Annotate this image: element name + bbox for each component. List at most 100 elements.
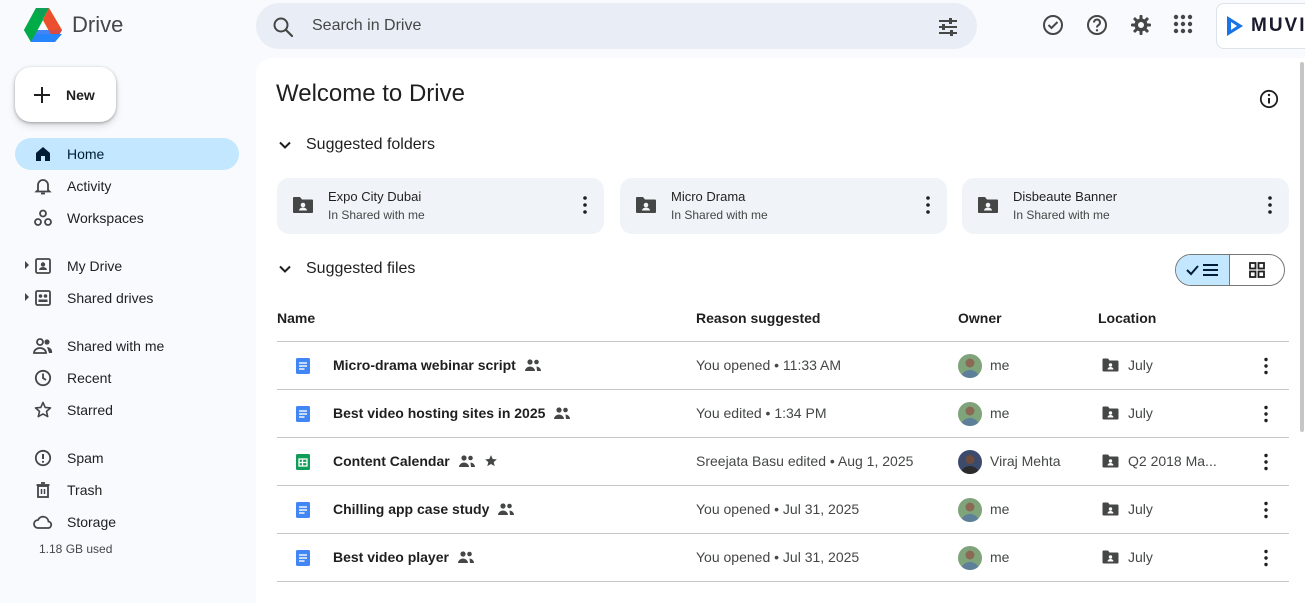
search-icon[interactable] bbox=[272, 16, 294, 38]
sidebar-item-label: Spam bbox=[67, 450, 104, 466]
chevron-down-icon bbox=[276, 136, 294, 154]
new-button[interactable]: New bbox=[15, 67, 116, 122]
scrollbar-thumb[interactable] bbox=[1300, 62, 1304, 432]
folder-card[interactable]: Expo City Dubai In Shared with me bbox=[277, 178, 604, 234]
help-icon[interactable] bbox=[1086, 14, 1108, 36]
table-row[interactable]: Chilling app case study You opened • Jul… bbox=[277, 486, 1289, 534]
file-name-text: Content Calendar bbox=[333, 453, 450, 469]
sidebar-item-starred[interactable]: Starred bbox=[15, 394, 239, 426]
suggested-files-toggle[interactable]: Suggested files bbox=[276, 260, 415, 278]
owner: Viraj Mehta bbox=[990, 453, 1061, 469]
file-name: Best video player bbox=[333, 549, 475, 565]
more-vert-icon[interactable] bbox=[1257, 500, 1275, 520]
column-header-name[interactable]: Name bbox=[277, 310, 315, 326]
sidebar-item-shared-with-me[interactable]: Shared with me bbox=[15, 330, 239, 362]
shared-folder-icon bbox=[1102, 454, 1119, 468]
my-drive-icon bbox=[33, 256, 53, 276]
sidebar-item-spam[interactable]: Spam bbox=[15, 442, 239, 474]
folder-name: Expo City Dubai bbox=[328, 189, 422, 204]
location: Q2 2018 Ma... bbox=[1128, 453, 1217, 469]
sidebar-item-label: Trash bbox=[67, 482, 103, 498]
section-title: Suggested files bbox=[306, 260, 416, 277]
table-row[interactable]: Content Calendar Sreejata Basu edited • … bbox=[277, 438, 1289, 486]
shared-people-icon bbox=[497, 502, 515, 516]
column-header-reason: Reason suggested bbox=[696, 310, 821, 326]
search-options-icon[interactable] bbox=[937, 16, 959, 38]
more-vert-icon[interactable] bbox=[1257, 404, 1275, 424]
sidebar-item-label: Activity bbox=[67, 178, 112, 194]
suggested-folders-toggle[interactable]: Suggested folders bbox=[276, 136, 435, 154]
more-vert-icon[interactable] bbox=[919, 194, 937, 216]
sidebar-item-workspaces[interactable]: Workspaces bbox=[15, 202, 239, 234]
shared-folder-icon bbox=[1102, 502, 1119, 516]
workspaces-icon bbox=[33, 208, 53, 228]
folder-name: Disbeaute Banner bbox=[1013, 189, 1118, 204]
sidebar-item-label: Recent bbox=[67, 370, 112, 386]
file-name: Chilling app case study bbox=[333, 501, 515, 517]
sidebar-item-label: Starred bbox=[67, 402, 113, 418]
folder-card[interactable]: Disbeaute Banner In Shared with me bbox=[962, 178, 1289, 234]
list-view-button[interactable] bbox=[1176, 255, 1231, 285]
sidebar-item-shared-drives[interactable]: Shared drives bbox=[15, 282, 239, 314]
shared-people-icon bbox=[458, 454, 476, 468]
search-input[interactable] bbox=[312, 14, 912, 38]
new-button-label: New bbox=[66, 86, 95, 103]
more-vert-icon[interactable] bbox=[1257, 356, 1275, 376]
apps-grid-icon[interactable] bbox=[1173, 14, 1195, 36]
bell-icon bbox=[33, 176, 53, 196]
more-vert-icon[interactable] bbox=[1257, 452, 1275, 472]
shared-drives-icon bbox=[33, 288, 53, 308]
grid-view-button[interactable] bbox=[1230, 255, 1284, 285]
sidebar-item-activity[interactable]: Activity bbox=[15, 170, 239, 202]
table-row[interactable]: Best video player You opened • Jul 31, 2… bbox=[277, 534, 1289, 582]
reason-suggested: You opened • Jul 31, 2025 bbox=[696, 549, 860, 565]
file-name-text: Best video hosting sites in 2025 bbox=[333, 405, 546, 421]
expand-caret-icon[interactable] bbox=[25, 261, 29, 269]
folder-location: In Shared with me bbox=[1013, 208, 1110, 222]
folder-card[interactable]: Micro Drama In Shared with me bbox=[620, 178, 947, 234]
shared-folder-icon bbox=[635, 196, 657, 214]
star-icon bbox=[33, 400, 53, 420]
folder-location: In Shared with me bbox=[671, 208, 768, 222]
shared-people-icon bbox=[457, 550, 475, 564]
home-icon bbox=[33, 144, 53, 164]
drive-logo[interactable]: Drive bbox=[24, 8, 123, 42]
more-vert-icon[interactable] bbox=[1261, 194, 1279, 216]
sidebar-item-recent[interactable]: Recent bbox=[15, 362, 239, 394]
spam-icon bbox=[33, 448, 53, 468]
page-title: Welcome to Drive bbox=[276, 80, 465, 107]
sidebar-item-storage[interactable]: Storage bbox=[15, 506, 239, 538]
shared-folder-icon bbox=[1102, 550, 1119, 564]
cloud-icon bbox=[33, 512, 53, 532]
table-row[interactable]: Micro-drama webinar script You opened • … bbox=[277, 342, 1289, 390]
sidebar-item-trash[interactable]: Trash bbox=[15, 474, 239, 506]
google-docs-icon bbox=[296, 502, 310, 518]
sidebar-item-label: Workspaces bbox=[67, 210, 144, 226]
more-vert-icon[interactable] bbox=[1257, 548, 1275, 568]
shared-folder-icon bbox=[1102, 406, 1119, 420]
account-brand-button[interactable]: MUVI bbox=[1216, 3, 1305, 49]
avatar bbox=[958, 498, 982, 522]
drive-logo-icon bbox=[24, 8, 62, 42]
table-row[interactable]: Best video hosting sites in 2025 You edi… bbox=[277, 390, 1289, 438]
folder-location: In Shared with me bbox=[328, 208, 425, 222]
owner: me bbox=[990, 357, 1010, 373]
avatar bbox=[958, 546, 982, 570]
sidebar-item-my-drive[interactable]: My Drive bbox=[15, 250, 239, 282]
people-icon bbox=[33, 336, 53, 356]
expand-caret-icon[interactable] bbox=[25, 293, 29, 301]
settings-gear-icon[interactable] bbox=[1130, 14, 1152, 36]
sidebar-item-home[interactable]: Home bbox=[15, 138, 239, 170]
location: July bbox=[1128, 501, 1153, 517]
info-icon[interactable] bbox=[1259, 89, 1279, 109]
muvi-logo-icon bbox=[1225, 14, 1247, 38]
offline-ready-icon[interactable] bbox=[1042, 14, 1064, 36]
sidebar-item-label: Shared drives bbox=[67, 290, 154, 306]
clock-icon bbox=[33, 368, 53, 388]
owner: me bbox=[990, 549, 1010, 565]
google-docs-icon bbox=[296, 358, 310, 374]
starred-icon bbox=[484, 454, 498, 468]
search-bar[interactable] bbox=[256, 3, 977, 49]
sidebar-item-label: Shared with me bbox=[67, 338, 165, 354]
more-vert-icon[interactable] bbox=[576, 194, 594, 216]
